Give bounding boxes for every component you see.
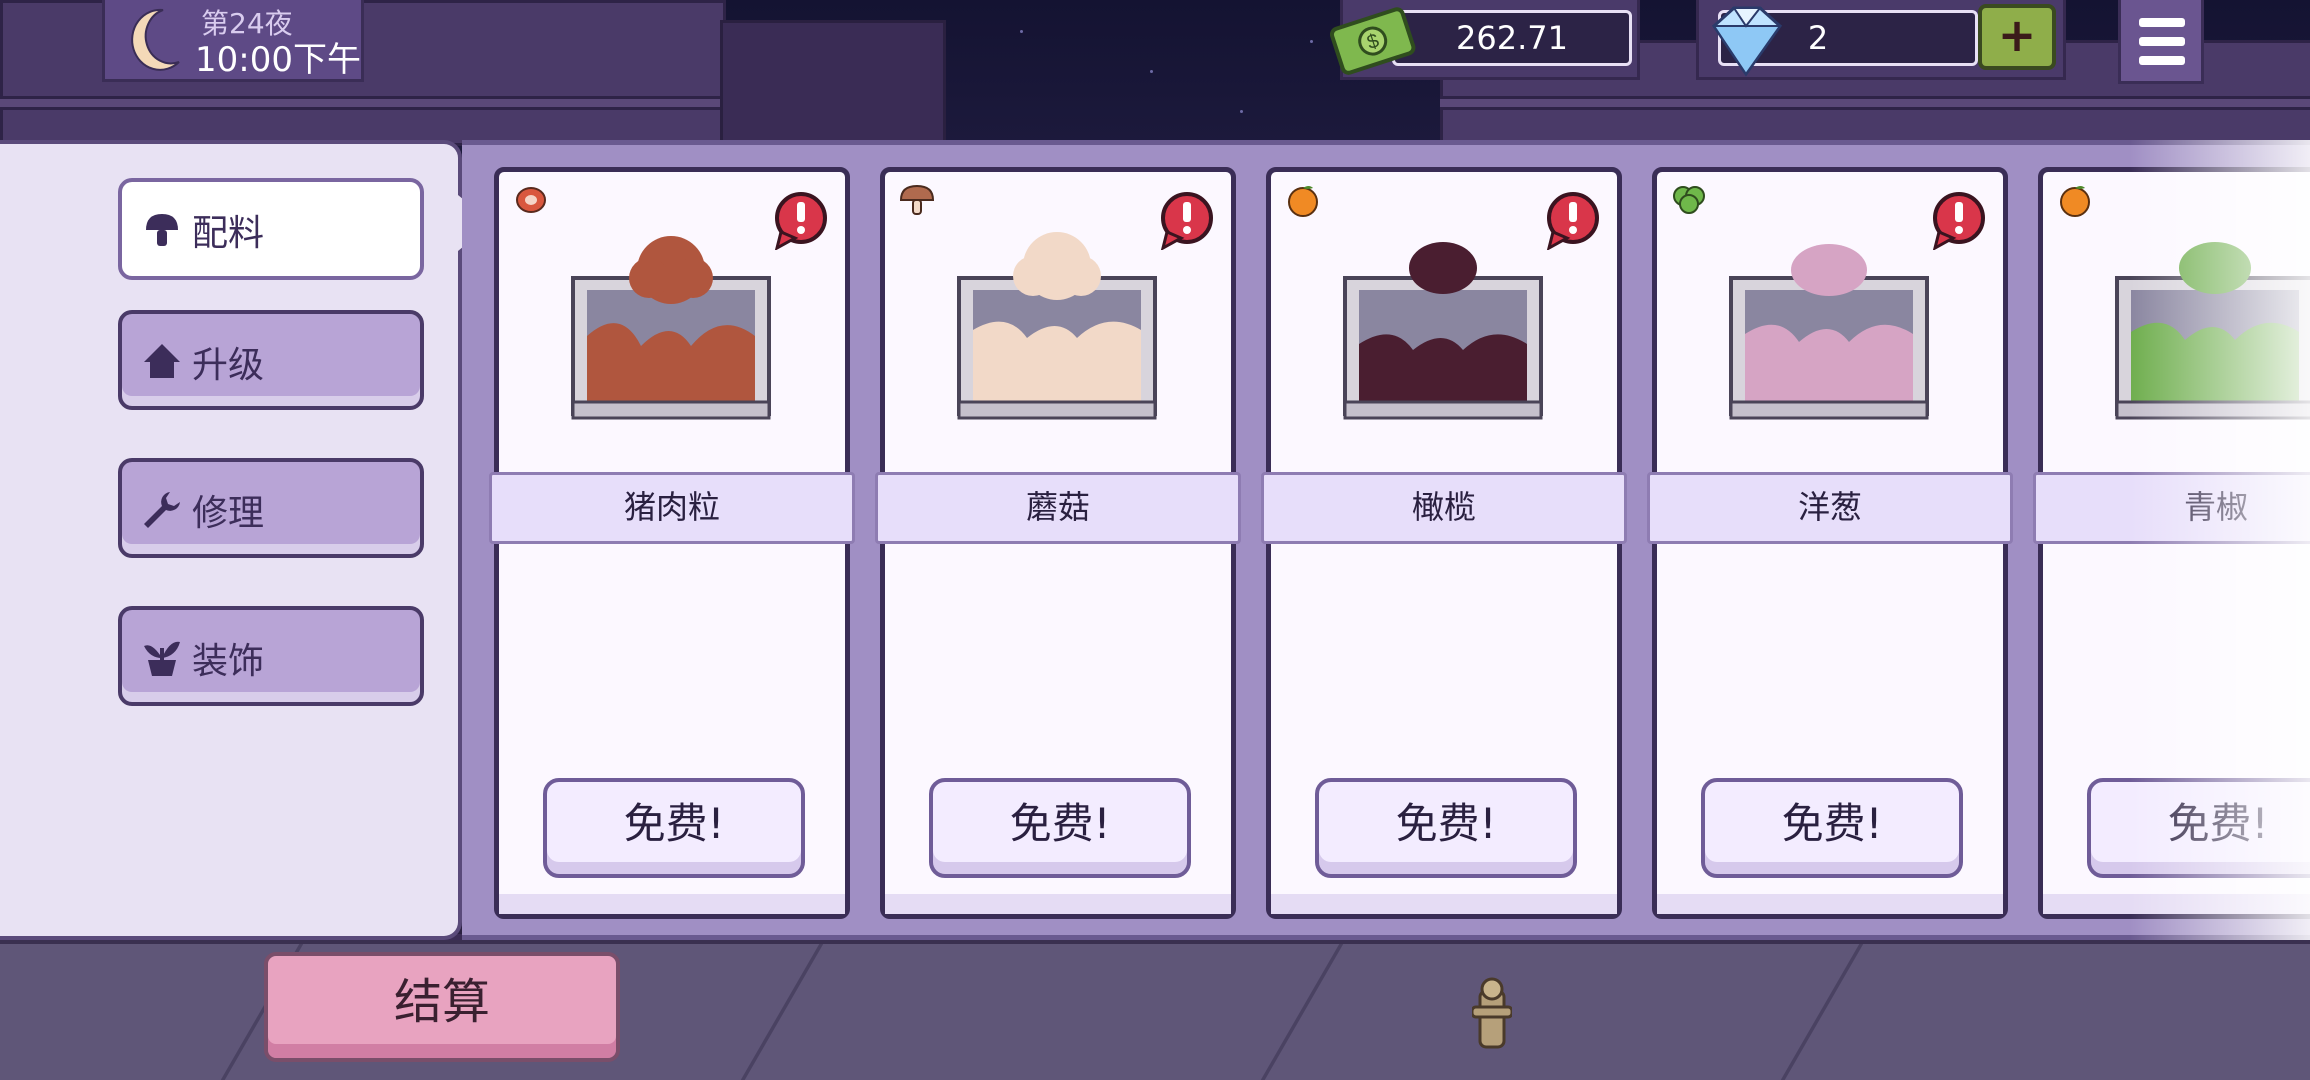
house-icon — [144, 344, 180, 378]
night-clock: 第24夜 10:00下午 — [102, 0, 364, 82]
star — [1310, 40, 1313, 43]
orange-icon — [1288, 186, 1318, 217]
potted-plant-icon — [144, 641, 180, 676]
alert-icon — [1932, 192, 1985, 250]
ingredient-bin — [571, 236, 771, 420]
fire-hydrant-icon — [1472, 977, 1512, 1049]
free-button[interactable]: 免费! — [2087, 778, 2310, 878]
moon-icon — [131, 8, 180, 71]
card-shelf-edge — [1657, 894, 2003, 914]
free-button[interactable]: 免费! — [543, 778, 805, 878]
category-panel: 配料 升级 修理 装饰 — [0, 140, 462, 940]
cash-icon: $ — [1330, 7, 1416, 75]
tab-label: 修理 — [192, 493, 265, 534]
star — [1150, 70, 1153, 73]
ingredient-bin — [1729, 244, 1929, 420]
roofline — [0, 96, 720, 110]
card-shelf-edge — [499, 894, 845, 914]
meat-icon — [516, 187, 546, 213]
wrench-icon — [144, 492, 180, 528]
ingredient-card[interactable]: 洋葱 免费! — [1647, 167, 2013, 919]
card-shelf-edge — [1271, 894, 1617, 914]
diamond-icon — [1712, 6, 1782, 77]
mushroom-icon — [146, 214, 178, 246]
card-shelf-edge — [885, 894, 1231, 914]
hamburger-menu-icon — [2139, 56, 2185, 65]
ingredient-bin — [957, 232, 1157, 420]
alert-icon — [1160, 192, 1213, 250]
leafy-green-icon — [1673, 186, 1705, 214]
tab-decorate[interactable]: 装饰 — [118, 606, 424, 706]
free-button[interactable]: 免费! — [1701, 778, 1963, 878]
star — [1020, 30, 1023, 33]
tab-repair[interactable]: 修理 — [118, 458, 424, 558]
free-button[interactable]: 免费! — [1315, 778, 1577, 878]
tab-ingredients[interactable]: 配料 — [118, 178, 424, 280]
alert-icon — [1546, 192, 1599, 250]
ingredient-card[interactable]: 青椒 免费! — [2033, 167, 2310, 919]
mushroom-icon — [899, 184, 935, 215]
checkout-button[interactable]: 结算 — [264, 952, 620, 1062]
cash-amount: 262.71 — [1392, 10, 1632, 66]
ingredient-name: 橄榄 — [1261, 472, 1627, 544]
card-shelf-edge — [2043, 894, 2310, 914]
hamburger-menu-icon — [2139, 37, 2185, 46]
free-button[interactable]: 免费! — [929, 778, 1191, 878]
ingredient-card[interactable]: 蘑菇 免费! — [875, 167, 1241, 919]
hamburger-menu-button[interactable] — [2118, 0, 2204, 84]
ingredient-name: 青椒 — [2033, 472, 2310, 544]
ingredient-bin — [1343, 242, 1543, 420]
ingredient-name: 猪肉粒 — [489, 472, 855, 544]
tab-label: 配料 — [192, 213, 265, 254]
ingredient-shelf: 猪肉粒 免费! 蘑菇 免费! 橄榄 免费! 洋葱 免费! 青椒 免费! — [462, 140, 2310, 940]
ingredient-bin — [2115, 242, 2310, 420]
building-awning — [720, 20, 946, 146]
ingredient-name: 蘑菇 — [875, 472, 1241, 544]
orange-icon — [2060, 186, 2090, 217]
ingredient-name: 洋葱 — [1647, 472, 2013, 544]
star — [1240, 110, 1243, 113]
tab-label: 装饰 — [192, 641, 265, 682]
hamburger-menu-icon — [2139, 18, 2185, 27]
add-gems-button[interactable]: + — [1978, 4, 2056, 70]
clock-label: 10:00下午 — [195, 40, 361, 80]
ingredient-card[interactable]: 猪肉粒 免费! — [489, 167, 855, 919]
tab-label: 升级 — [192, 345, 265, 386]
alert-icon — [774, 192, 827, 250]
tab-upgrade[interactable]: 升级 — [118, 310, 424, 410]
roofline — [1440, 96, 2310, 110]
ingredient-card[interactable]: 橄榄 免费! — [1261, 167, 1627, 919]
